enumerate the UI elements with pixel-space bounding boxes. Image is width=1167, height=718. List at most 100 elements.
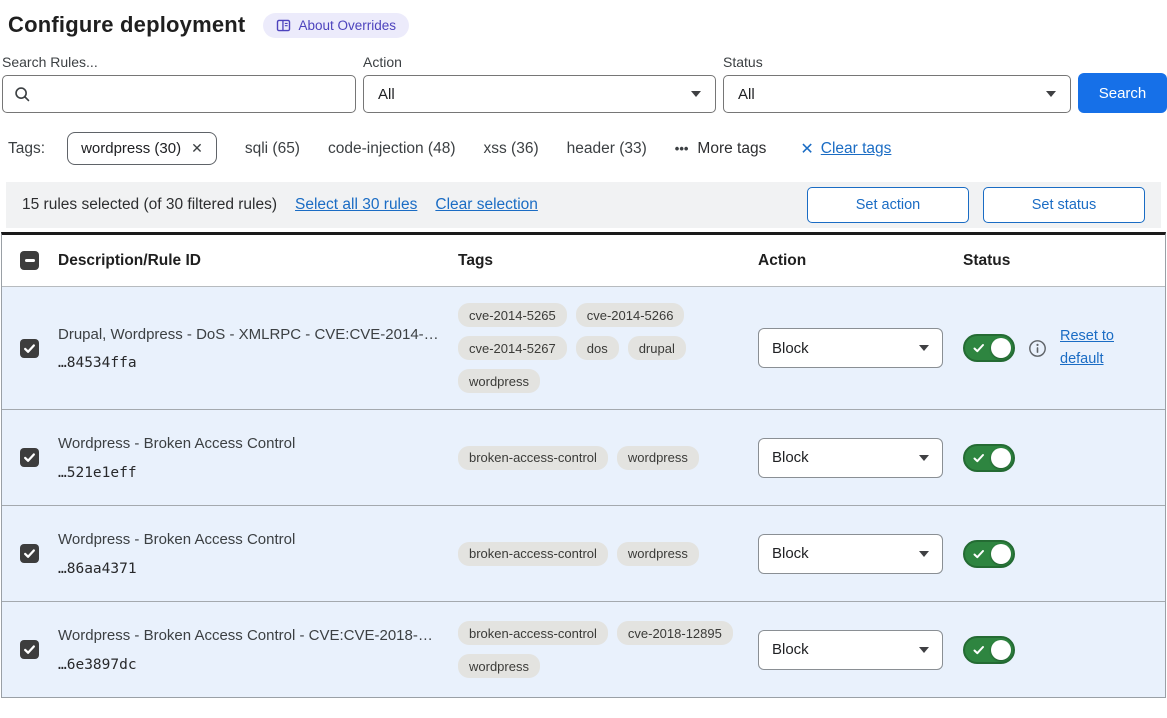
status-toggle[interactable] xyxy=(963,334,1015,362)
tag-pill: cve-2014-5267 xyxy=(458,336,567,360)
search-rules-label: Search Rules... xyxy=(2,54,356,70)
check-icon xyxy=(973,452,985,464)
search-button[interactable]: Search xyxy=(1078,73,1167,113)
tag-option-header[interactable]: header (33) xyxy=(567,140,647,158)
chevron-down-icon xyxy=(919,345,929,351)
tag-pill: wordpress xyxy=(617,446,699,470)
tag-option-sqli[interactable]: sqli (65) xyxy=(245,140,300,158)
action-select[interactable]: Block xyxy=(758,328,943,368)
tags-bar: Tags: wordpress (30) ✕ sqli (65) code-in… xyxy=(0,113,1167,182)
check-icon xyxy=(973,342,985,354)
tag-pill: broken-access-control xyxy=(458,621,608,645)
row-checkbox[interactable] xyxy=(20,544,39,563)
page-title: Configure deployment xyxy=(8,12,245,38)
tags-label: Tags: xyxy=(8,140,45,158)
tag-option-code-injection[interactable]: code-injection (48) xyxy=(328,140,456,158)
clear-tags-x-icon: ✕ xyxy=(800,139,813,159)
check-icon xyxy=(23,547,36,560)
status-cell: Reset to default xyxy=(955,325,1165,371)
tag-pill: cve-2014-5266 xyxy=(576,303,685,327)
ellipsis-icon: ••• xyxy=(675,141,689,156)
status-toggle[interactable] xyxy=(963,540,1015,568)
tag-pill: wordpress xyxy=(617,542,699,566)
column-header-tags: Tags xyxy=(450,252,750,270)
action-cell: Block xyxy=(750,534,955,574)
info-icon[interactable] xyxy=(1028,339,1047,358)
action-cell: Block xyxy=(750,328,955,368)
chevron-down-icon xyxy=(919,647,929,653)
reset-default-link[interactable]: Reset to default xyxy=(1060,325,1126,371)
book-icon xyxy=(276,18,291,33)
status-filter-select[interactable]: All xyxy=(723,75,1071,113)
about-overrides-badge[interactable]: About Overrides xyxy=(263,13,409,38)
check-icon xyxy=(23,342,36,355)
chevron-down-icon xyxy=(1046,91,1056,97)
filter-bar: Search Rules... Action All Status All Se… xyxy=(0,40,1167,113)
status-cell xyxy=(955,444,1165,472)
action-filter-value: All xyxy=(378,86,395,103)
status-toggle[interactable] xyxy=(963,636,1015,664)
action-filter-label: Action xyxy=(363,54,716,70)
row-checkbox[interactable] xyxy=(20,448,39,467)
row-checkbox[interactable] xyxy=(20,640,39,659)
table-row: Wordpress - Broken Access Control …86aa4… xyxy=(2,505,1165,601)
tag-pill: wordpress xyxy=(458,369,540,393)
row-rule-id: …6e3897dc xyxy=(58,657,450,673)
clear-tags-button[interactable]: ✕ Clear tags xyxy=(800,139,891,159)
action-cell: Block xyxy=(750,438,955,478)
action-select[interactable]: Block xyxy=(758,630,943,670)
status-toggle[interactable] xyxy=(963,444,1015,472)
more-tags-button[interactable]: ••• More tags xyxy=(675,140,767,158)
row-rule-id: …84534ffa xyxy=(58,355,450,371)
row-rule-id: …521e1eff xyxy=(58,465,450,481)
status-cell xyxy=(955,540,1165,568)
tag-pill: cve-2014-5265 xyxy=(458,303,567,327)
status-filter-label: Status xyxy=(723,54,1071,70)
table-row: Wordpress - Broken Access Control …521e1… xyxy=(2,409,1165,505)
chevron-down-icon xyxy=(919,551,929,557)
row-description: Wordpress - Broken Access Control xyxy=(58,434,450,454)
row-tags: broken-access-control wordpress xyxy=(450,542,750,566)
row-tags: broken-access-control cve-2018-12895 wordp… xyxy=(450,621,750,678)
description-cell: Wordpress - Broken Access Control …521e1… xyxy=(50,434,450,481)
tag-pill: dos xyxy=(576,336,619,360)
description-cell: Wordpress - Broken Access Control - CVE:… xyxy=(50,626,450,673)
action-cell: Block xyxy=(750,630,955,670)
selected-tag-label: wordpress (30) xyxy=(81,140,181,157)
tag-pill: wordpress xyxy=(458,654,540,678)
column-header-status: Status xyxy=(955,252,1165,270)
action-select-value: Block xyxy=(772,641,809,658)
toggle-knob xyxy=(991,640,1011,660)
row-checkbox[interactable] xyxy=(20,339,39,358)
action-filter-select[interactable]: All xyxy=(363,75,716,113)
row-rule-id: …86aa4371 xyxy=(58,561,450,577)
row-description: Wordpress - Broken Access Control - CVE:… xyxy=(58,626,450,646)
tag-pill: cve-2018-12895 xyxy=(617,621,733,645)
column-header-action: Action xyxy=(750,252,955,270)
status-cell xyxy=(955,636,1165,664)
select-all-checkbox[interactable] xyxy=(20,251,39,270)
clear-selection-link[interactable]: Clear selection xyxy=(435,196,538,214)
tag-pill: drupal xyxy=(628,336,686,360)
column-header-description: Description/Rule ID xyxy=(50,252,450,270)
selected-tag-wordpress[interactable]: wordpress (30) ✕ xyxy=(67,132,217,165)
action-select[interactable]: Block xyxy=(758,534,943,574)
toggle-knob xyxy=(991,544,1011,564)
selection-bar: 15 rules selected (of 30 filtered rules)… xyxy=(6,182,1161,228)
row-tags: cve-2014-5265 cve-2014-5266 cve-2014-5267 d… xyxy=(450,303,750,393)
description-cell: Wordpress - Broken Access Control …86aa4… xyxy=(50,530,450,577)
description-cell: Drupal, Wordpress - DoS - XMLRPC - CVE:C… xyxy=(50,325,450,372)
action-select[interactable]: Block xyxy=(758,438,943,478)
check-icon xyxy=(973,644,985,656)
search-rules-box[interactable] xyxy=(2,75,356,113)
remove-tag-icon[interactable]: ✕ xyxy=(191,140,203,157)
set-status-button[interactable]: Set status xyxy=(983,187,1145,223)
select-all-link[interactable]: Select all 30 rules xyxy=(295,196,417,214)
tag-option-xss[interactable]: xss (36) xyxy=(484,140,539,158)
table-row: Wordpress - Broken Access Control - CVE:… xyxy=(2,601,1165,697)
search-rules-input[interactable] xyxy=(39,86,345,103)
tag-pill: broken-access-control xyxy=(458,542,608,566)
toggle-knob xyxy=(991,338,1011,358)
set-action-button[interactable]: Set action xyxy=(807,187,969,223)
toggle-knob xyxy=(991,448,1011,468)
